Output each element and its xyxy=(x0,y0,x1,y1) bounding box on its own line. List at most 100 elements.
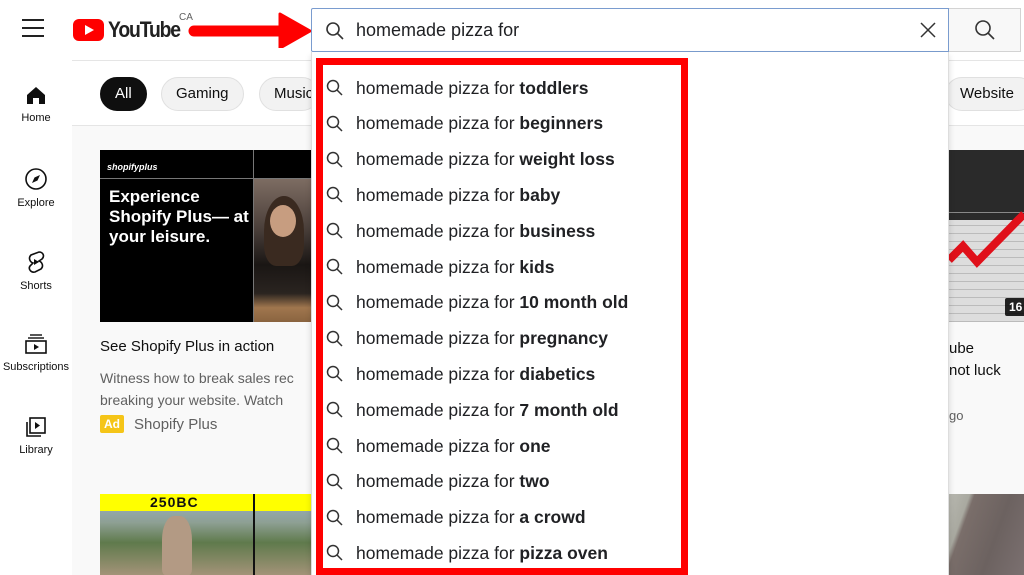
suggestion-item[interactable]: homemade pizza for diabetics xyxy=(316,356,688,392)
suggestion-prefix: homemade pizza for xyxy=(356,113,520,134)
chip-website[interactable]: Website xyxy=(945,77,1024,111)
search-icon xyxy=(326,115,343,132)
suggestion-text: homemade pizza for pizza oven xyxy=(356,543,608,564)
sidebar-label: Subscriptions xyxy=(2,361,70,373)
suggestion-text: homemade pizza for one xyxy=(356,436,551,457)
chip-all[interactable]: All xyxy=(100,77,147,111)
suggestion-text: homemade pizza for toddlers xyxy=(356,78,588,99)
title-line: not luck xyxy=(949,362,1001,379)
suggestion-completion: pregnancy xyxy=(519,328,608,349)
sidebar-item-subscriptions[interactable]: Subscriptions xyxy=(0,333,72,403)
sidebar-item-explore[interactable]: Explore xyxy=(0,167,72,237)
suggestion-completion: 7 month old xyxy=(519,399,619,420)
video-thumbnail[interactable] xyxy=(949,150,1024,322)
suggestion-prefix: homemade pizza for xyxy=(356,542,520,563)
suggestion-item[interactable]: homemade pizza for a crowd xyxy=(316,500,688,536)
masthead: YouTube CA xyxy=(0,0,1024,60)
suggestion-text: homemade pizza for kids xyxy=(356,257,554,278)
search-button[interactable] xyxy=(949,8,1021,52)
suggestion-prefix: homemade pizza for xyxy=(356,363,520,384)
thumb-caption: 250BC xyxy=(150,494,199,510)
ad-badge: Ad xyxy=(100,415,124,433)
ad-row: Ad Shopify Plus xyxy=(100,415,217,433)
suggestion-item[interactable]: homemade pizza for 10 month old xyxy=(316,285,688,321)
suggestion-completion: baby xyxy=(519,184,561,205)
suggestion-prefix: homemade pizza for xyxy=(356,399,520,420)
youtube-play-icon xyxy=(73,19,104,41)
suggestion-text: homemade pizza for beginners xyxy=(356,113,603,134)
suggestion-text: homemade pizza for 7 month old xyxy=(356,400,619,421)
suggestion-prefix: homemade pizza for xyxy=(356,77,520,98)
search-icon xyxy=(326,22,344,40)
trend-arrow-icon xyxy=(949,211,1024,268)
clear-search-icon[interactable] xyxy=(918,20,938,40)
suggestion-item[interactable]: homemade pizza for kids xyxy=(316,249,688,285)
video-thumbnail[interactable] xyxy=(949,494,1024,575)
search-icon xyxy=(326,258,343,275)
suggestion-completion: diabetics xyxy=(519,363,596,384)
video-title[interactable]: ube not luck xyxy=(949,338,1001,382)
thumb-headline: Experience Shopify Plus— at your leisure… xyxy=(109,187,249,246)
thumb-divider xyxy=(253,494,255,575)
suggestion-text: homemade pizza for baby xyxy=(356,185,560,206)
suggestion-item[interactable]: homemade pizza for pregnancy xyxy=(316,321,688,357)
suggestion-completion: 10 month old xyxy=(519,292,629,313)
search-input[interactable] xyxy=(356,18,896,42)
sidebar-item-library[interactable]: Library xyxy=(0,416,72,486)
suggestion-item[interactable]: homemade pizza for weight loss xyxy=(316,142,688,178)
suggestion-text: homemade pizza for business xyxy=(356,221,595,242)
suggestion-prefix: homemade pizza for xyxy=(356,328,520,349)
sidebar-item-shorts[interactable]: Shorts xyxy=(0,250,72,320)
search-icon xyxy=(326,473,343,490)
suggestion-item[interactable]: homemade pizza for pizza oven xyxy=(316,535,688,571)
search-icon xyxy=(326,330,343,347)
description-line: Witness how to break sales rec xyxy=(100,370,294,386)
chip-gaming[interactable]: Gaming xyxy=(161,77,244,111)
statue-image xyxy=(162,516,192,575)
suggestion-text: homemade pizza for weight loss xyxy=(356,149,615,170)
search-icon xyxy=(326,401,343,418)
search-icon xyxy=(326,79,343,96)
suggestion-item[interactable]: homemade pizza for business xyxy=(316,213,688,249)
suggestion-prefix: homemade pizza for xyxy=(356,471,520,492)
channel-name[interactable]: Shopify Plus xyxy=(134,416,217,433)
suggestion-completion: one xyxy=(519,435,551,456)
library-icon xyxy=(26,417,46,437)
sidebar-label: Shorts xyxy=(20,280,52,292)
suggestion-item[interactable]: homemade pizza for baby xyxy=(316,177,688,213)
video-duration: 16 xyxy=(1005,298,1024,316)
video-description: Witness how to break sales rec breaking … xyxy=(100,367,312,411)
suggestion-completion: pizza oven xyxy=(519,542,608,563)
suggestion-completion: a crowd xyxy=(519,507,586,528)
search-icon xyxy=(326,151,343,168)
shorts-icon xyxy=(28,251,45,273)
sidebar: Home Explore Shorts Subscriptions Librar… xyxy=(0,60,72,575)
suggestion-item[interactable]: homemade pizza for 7 month old xyxy=(316,392,688,428)
suggestion-prefix: homemade pizza for xyxy=(356,292,520,313)
search-icon xyxy=(326,294,343,311)
suggestion-prefix: homemade pizza for xyxy=(356,435,520,456)
hamburger-menu-icon[interactable] xyxy=(22,19,44,39)
ad-thumbnail[interactable]: shopifyplus Experience Shopify Plus— at … xyxy=(100,150,312,322)
suggestion-item[interactable]: homemade pizza for toddlers xyxy=(316,70,688,106)
sidebar-item-home[interactable]: Home xyxy=(0,84,72,154)
suggestion-prefix: homemade pizza for xyxy=(356,256,520,277)
search-icon xyxy=(326,437,343,454)
suggestion-item[interactable]: homemade pizza for two xyxy=(316,464,688,500)
suggestion-prefix: homemade pizza for xyxy=(356,220,520,241)
suggestion-completion: business xyxy=(519,220,596,241)
search-icon xyxy=(326,187,343,203)
suggestion-item[interactable]: homemade pizza for one xyxy=(316,428,688,464)
suggestion-prefix: homemade pizza for xyxy=(356,184,520,205)
chip-music[interactable]: Music xyxy=(259,77,319,111)
video-thumbnail[interactable]: 250BC xyxy=(100,494,312,575)
youtube-logo[interactable]: YouTube xyxy=(73,17,190,43)
video-title[interactable]: See Shopify Plus in action xyxy=(100,338,274,355)
suggestion-item[interactable]: homemade pizza for beginners xyxy=(316,106,688,142)
description-line: breaking your website. Watch xyxy=(100,392,284,408)
suggestion-text: homemade pizza for pregnancy xyxy=(356,328,608,349)
search-icon xyxy=(326,366,343,382)
search-box[interactable] xyxy=(311,8,949,52)
logo-text: YouTube xyxy=(108,17,181,42)
search-icon xyxy=(326,545,343,561)
